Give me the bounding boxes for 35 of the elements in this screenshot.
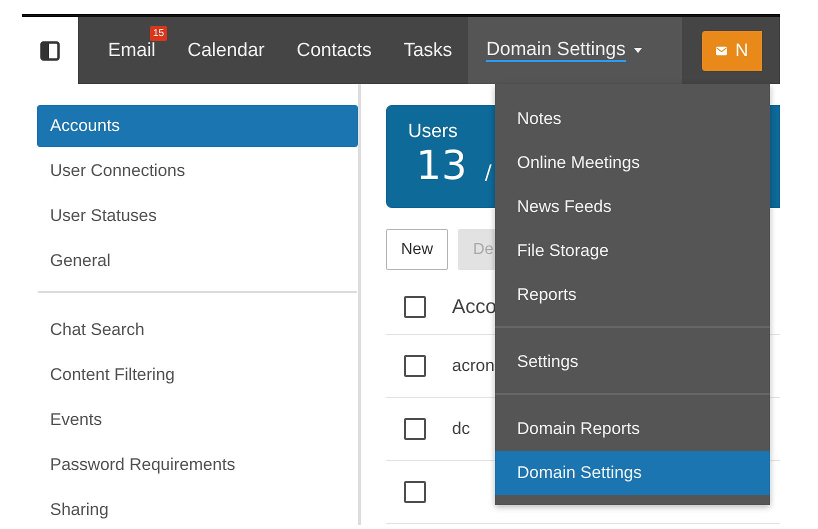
checkbox[interactable] <box>404 481 426 503</box>
sidebar-item[interactable]: User Statuses <box>37 195 358 237</box>
user-limit: / <box>484 160 492 184</box>
sidebar-item[interactable]: Content Filtering <box>37 354 358 396</box>
unread-count: 15 <box>150 26 168 41</box>
sidebar-toggle-icon[interactable] <box>40 40 60 60</box>
sidebar-item[interactable]: Sharing <box>37 489 358 525</box>
sidebar-item[interactable]: User Connections <box>37 150 358 192</box>
column-header[interactable]: Acco <box>452 296 496 318</box>
nav-tab[interactable]: Domain Settings <box>468 17 682 84</box>
nav-tab[interactable]: Email 15 <box>92 17 172 84</box>
nav-tab[interactable]: Contacts <box>280 17 388 84</box>
menu-item[interactable]: Reports <box>495 273 770 317</box>
toolbar-button[interactable]: New <box>386 229 448 270</box>
sidebar-item[interactable]: Events <box>37 399 358 441</box>
checkbox[interactable] <box>404 355 426 377</box>
menu-item[interactable]: News Feeds <box>495 185 770 229</box>
card-title: Users <box>408 121 458 143</box>
checkbox[interactable] <box>404 296 426 318</box>
nav-tab[interactable]: Tasks <box>388 17 468 84</box>
menu-item[interactable]: Domain Reports <box>495 407 770 451</box>
menu-item[interactable]: Notes <box>495 97 770 141</box>
sidebar-item[interactable]: General <box>37 240 358 282</box>
menu-item[interactable]: Settings <box>495 340 770 384</box>
menu-item[interactable]: Online Meetings <box>495 141 770 185</box>
table-cell: acron <box>452 356 495 376</box>
sidebar-item[interactable]: Accounts <box>37 105 358 147</box>
sidebar-item[interactable]: Chat Search <box>37 309 358 351</box>
user-count: 13 <box>416 143 467 189</box>
menu-item[interactable]: Domain Settings <box>495 451 770 495</box>
envelope-icon <box>716 44 728 58</box>
sidebar-item[interactable]: Password Requirements <box>37 444 358 486</box>
nav-tab[interactable]: Calendar <box>172 17 281 84</box>
checkbox[interactable] <box>404 418 426 440</box>
table-cell: dc <box>452 419 470 439</box>
